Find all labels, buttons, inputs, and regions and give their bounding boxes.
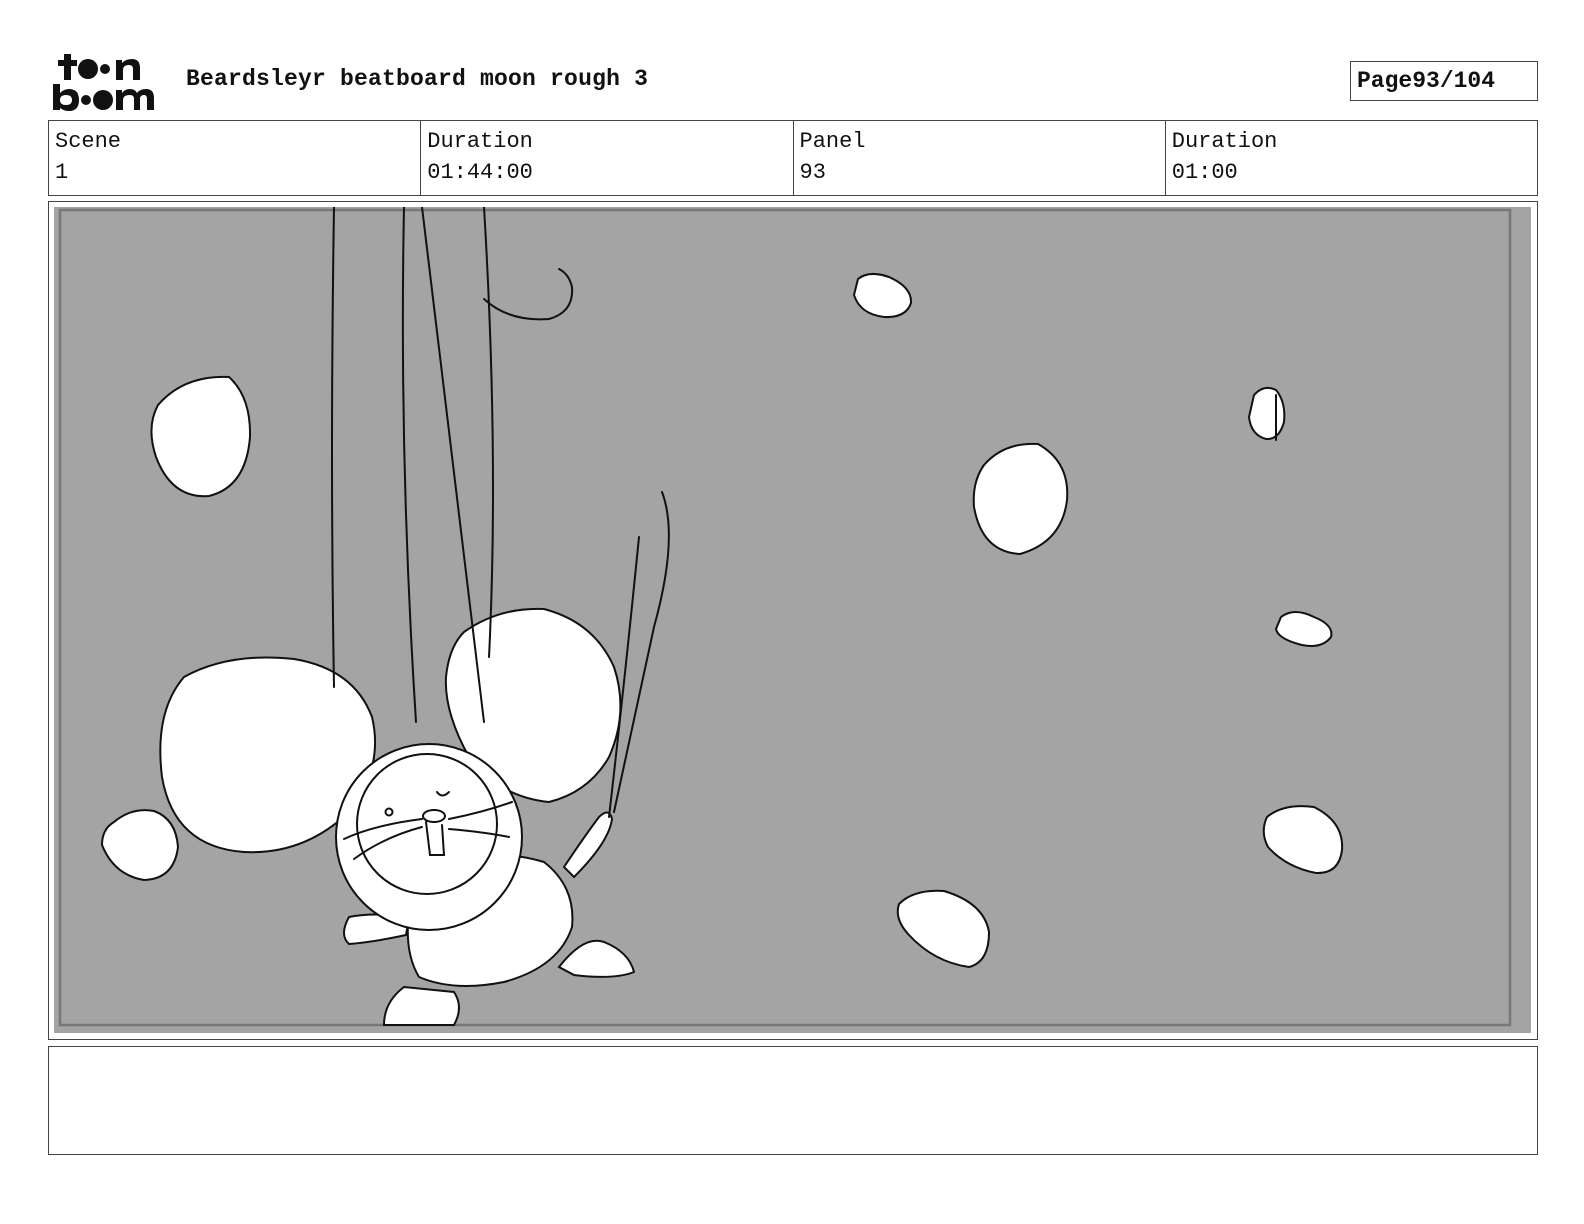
page-label: Page — [1357, 68, 1413, 94]
scene-value: 1 — [55, 160, 69, 185]
storyboard-title: Beardsleyr beatboard moon rough 3 — [186, 66, 649, 92]
scene-duration-label: Duration — [427, 129, 533, 154]
panel-sketch-image — [54, 207, 1531, 1033]
panel-cell: Panel 93 — [794, 121, 1166, 195]
panel-frame — [48, 201, 1538, 1040]
panel-notes-area — [48, 1046, 1538, 1155]
moon-rock — [1247, 386, 1286, 441]
panel-duration-label: Duration — [1171, 129, 1278, 154]
page-indicator: Page 93/104 — [1350, 61, 1538, 101]
panel-label: Panel — [799, 129, 866, 154]
scene-cell: Scene 1 — [49, 121, 422, 195]
scene-label: Scene — [55, 129, 122, 154]
panel-duration-cell: Duration 01:00 — [1166, 121, 1537, 195]
scene-duration-value: 01:44:00 — [427, 160, 533, 185]
panel-duration-value: 01:00 — [1171, 160, 1238, 185]
scene-duration-cell: Duration 01:44:00 — [421, 121, 794, 195]
toon-boom-logo — [53, 54, 154, 111]
page-number: 93/104 — [1412, 68, 1496, 94]
panel-value: 93 — [799, 160, 826, 185]
panel-info-table: Scene 1 Duration 01:44:00 Panel 93 Durat… — [48, 120, 1538, 196]
